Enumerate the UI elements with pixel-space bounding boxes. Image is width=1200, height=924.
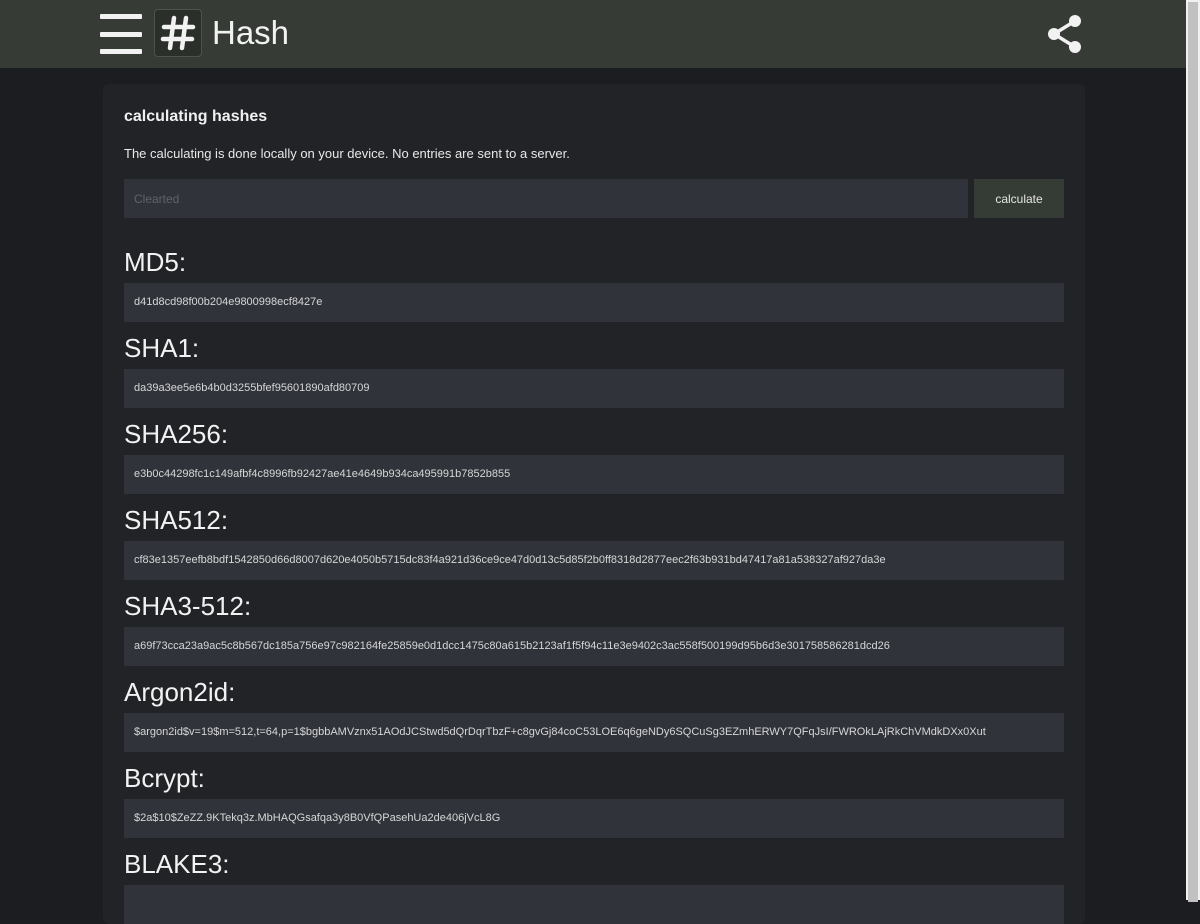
share-icon[interactable]: [1046, 14, 1084, 54]
card-description: The calculating is done locally on your …: [124, 146, 570, 161]
hash-label: SHA512:: [124, 505, 229, 535]
hash-result-argon2id: Argon2id: $argon2id$v=19$m=512,t=64,p=1$…: [124, 677, 1064, 752]
input-row: calculate: [124, 179, 1064, 219]
hash-label: Argon2id:: [124, 677, 236, 707]
hash-calculator-card: calculating hashes The calculating is do…: [103, 84, 1085, 924]
vertical-scrollbar[interactable]: [1186, 0, 1200, 902]
hash-symbol-icon[interactable]: [154, 9, 202, 57]
hash-label: MD5:: [124, 247, 187, 277]
hash-label: SHA3-512:: [124, 591, 252, 621]
hash-result-sha1: SHA1: da39a3ee5e6b4b0d3255bfef95601890af…: [124, 333, 1064, 408]
card-title: calculating hashes: [124, 108, 268, 125]
hash-label: SHA256:: [124, 419, 229, 449]
scrollbar-thumb[interactable]: [1188, 2, 1198, 902]
hash-result-sha256: SHA256: e3b0c44298fc1c149afbf4c8996fb924…: [124, 419, 1064, 494]
hash-result-md5: MD5: d41d8cd98f00b204e9800998ecf8427e: [124, 247, 1064, 322]
hash-result-sha512: SHA512: cf83e1357eefb8bdf1542850d66d8007…: [124, 505, 1064, 580]
hash-label: SHA1:: [124, 333, 200, 363]
hash-value-field[interactable]: da39a3ee5e6b4b0d3255bfef95601890afd80709: [124, 369, 1064, 408]
hash-label: Bcrypt:: [124, 763, 205, 793]
hash-value-field[interactable]: [124, 885, 1064, 924]
hash-value-field[interactable]: cf83e1357eefb8bdf1542850d66d8007d620e405…: [124, 541, 1064, 580]
app-header: Hash: [0, 0, 1186, 68]
hash-value-field[interactable]: e3b0c44298fc1c149afbf4c8996fb92427ae41e4…: [124, 455, 1064, 494]
hash-value-field[interactable]: $2a$10$ZeZZ.9KTekq3z.MbHAQGsafqa3y8B0VfQ…: [124, 799, 1064, 838]
hamburger-menu-icon[interactable]: [100, 14, 144, 54]
app-title: Hash: [212, 14, 290, 51]
hash-result-bcrypt: Bcrypt: $2a$10$ZeZZ.9KTekq3z.MbHAQGsafqa…: [124, 763, 1064, 838]
calculate-button[interactable]: calculate: [974, 179, 1064, 218]
hash-result-sha3-512: SHA3-512: a69f73cca23a9ac5c8b567dc185a75…: [124, 591, 1064, 666]
hash-result-blake3: BLAKE3:: [124, 849, 1064, 924]
hash-value-field[interactable]: d41d8cd98f00b204e9800998ecf8427e: [124, 283, 1064, 322]
hash-value-field[interactable]: a69f73cca23a9ac5c8b567dc185a756e97c98216…: [124, 627, 1064, 666]
hash-label: BLAKE3:: [124, 849, 230, 879]
hash-value-field[interactable]: $argon2id$v=19$m=512,t=64,p=1$bgbbAMVznx…: [124, 713, 1064, 752]
text-to-hash-input[interactable]: [124, 179, 968, 218]
